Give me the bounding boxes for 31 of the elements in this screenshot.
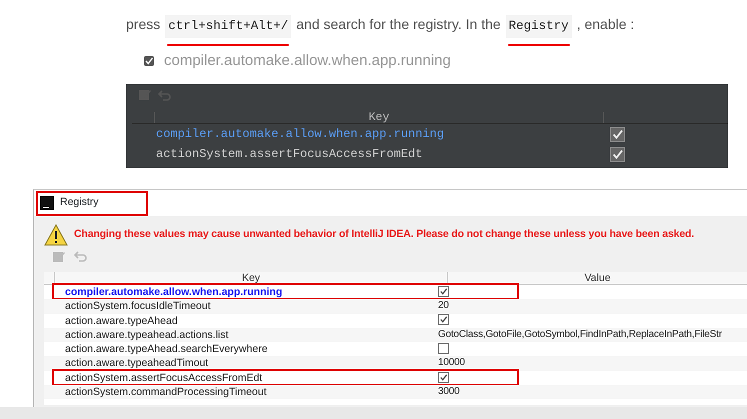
checkbox[interactable] [610, 146, 625, 162]
checkbox[interactable] [438, 372, 449, 383]
registry-key: actionSystem.assertFocusAccessFromEdt [44, 370, 438, 386]
registry-key: compiler.automake.allow.when.app.running [156, 125, 610, 144]
registry-value: 3000 [438, 386, 460, 398]
registry-value: 20 [438, 300, 449, 312]
registry-key: action.aware.typeAhead.searchEverywhere [44, 342, 438, 356]
warning-icon [44, 224, 68, 246]
instruction-text: press [126, 15, 160, 34]
app-logo-icon [40, 196, 54, 210]
registry-key: action.aware.typeaheadTimout [44, 356, 438, 371]
checkbox[interactable] [438, 343, 449, 354]
registry-key: action.aware.typeahead.actions.list [44, 328, 438, 342]
registry-value: GotoClass,GotoFile,GotoSymbol,FindInPath,ReplaceInPath,FileStr [438, 328, 722, 340]
registry-key: actionSystem.commandProcessingTimeout [44, 385, 438, 400]
option-label: compiler.automake.allow.when.app.running [164, 50, 451, 71]
registry-key: actionSystem.focusIdleTimeout [44, 299, 438, 314]
registry-key: action.aware.typeAhead [44, 314, 438, 328]
column-header: Key [54, 272, 448, 284]
registry-key: compiler.automake.allow.when.app.running [44, 285, 438, 300]
window-title: Registry [60, 195, 99, 210]
checkbox[interactable] [438, 314, 449, 326]
instruction-text: , enable : [576, 15, 634, 34]
checkbox[interactable] [610, 126, 625, 142]
column-header: Value [583, 272, 612, 284]
registry-value: 10000 [438, 357, 465, 368]
column-header: Key [154, 112, 604, 124]
registry-key: actionSystem.assertFocusAccessFromEdt [156, 145, 610, 164]
checkbox[interactable] [438, 286, 449, 297]
warning-text: Changing these values may cause unwanted behavior of IntelliJ IDEA. Please do not change these unless you have been asked. [74, 227, 694, 242]
instruction-text: and search for the registry. In the [296, 15, 501, 34]
